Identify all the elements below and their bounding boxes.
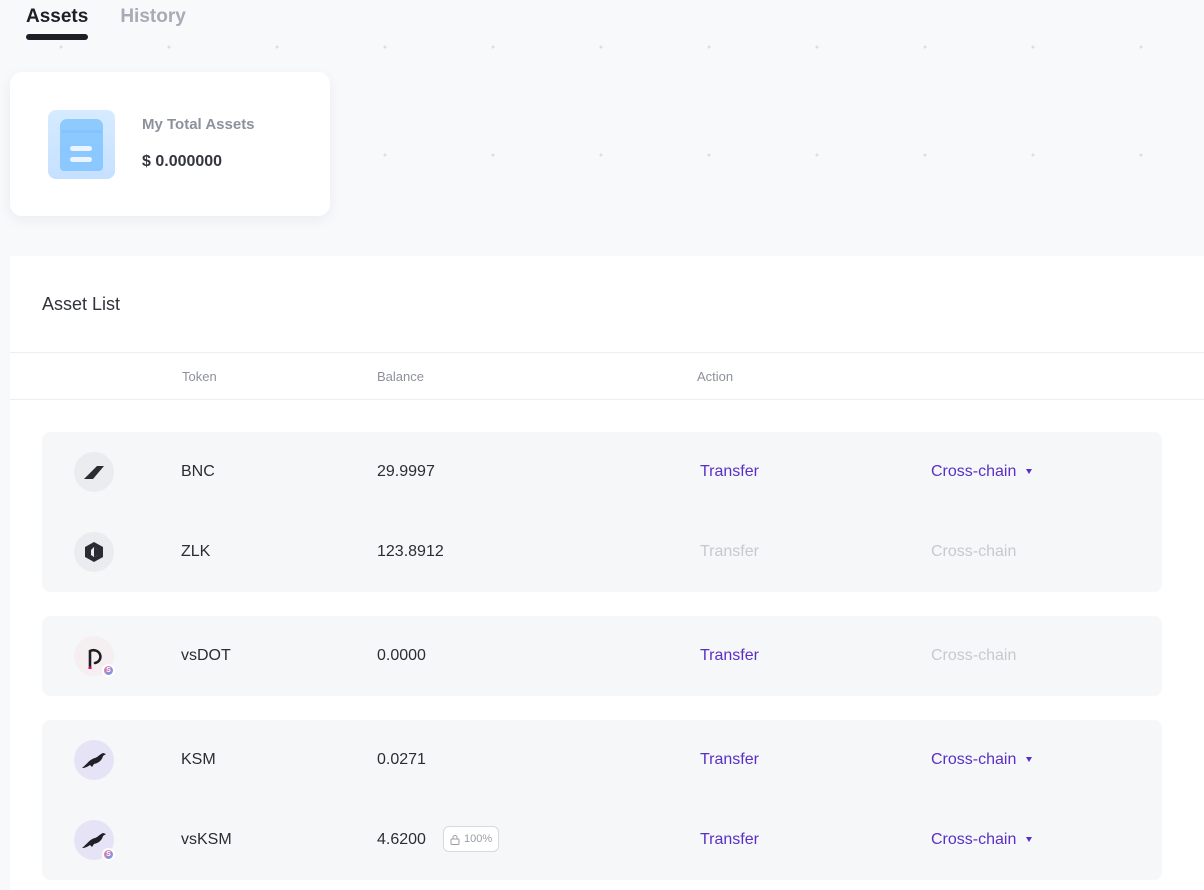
cross-chain-dropdown: Cross-chain: [931, 647, 1017, 664]
transfer-button[interactable]: Transfer: [700, 462, 759, 482]
lock-percentage: 100%: [464, 833, 493, 845]
transfer-button[interactable]: Transfer: [700, 646, 759, 666]
token-balance: 29.9997: [377, 463, 435, 480]
cross-chain-dropdown[interactable]: Cross-chain: [931, 462, 1016, 482]
column-header-token: Token: [182, 369, 217, 384]
zlk-icon: [74, 532, 114, 572]
staking-badge-icon: S: [102, 848, 115, 861]
token-balance: 0.0271: [377, 751, 426, 768]
kusama-icon: [74, 740, 114, 780]
transfer-button: Transfer: [700, 543, 759, 560]
token-name: KSM: [181, 751, 216, 768]
tab-assets[interactable]: Assets: [26, 0, 89, 44]
caret-down-icon[interactable]: [1026, 837, 1032, 842]
asset-row-vsdot: S vsDOT 0.0000 Transfer Cross-chain: [42, 616, 1162, 696]
lock-icon: [450, 834, 460, 845]
staking-badge-icon: S: [102, 664, 115, 677]
token-name: ZLK: [181, 543, 211, 560]
token-name: vsKSM: [181, 831, 232, 848]
asset-row-bnc: BNC 29.9997 Transfer Cross-chain: [42, 432, 1162, 512]
column-header-balance: Balance: [377, 369, 424, 384]
cross-chain-dropdown[interactable]: Cross-chain: [931, 750, 1016, 770]
total-assets-value: $ 0.000000: [142, 153, 223, 170]
polkadot-icon: S: [74, 636, 115, 677]
column-header-action: Action: [697, 369, 734, 384]
token-name: vsDOT: [181, 647, 231, 664]
tab-history[interactable]: History: [120, 0, 185, 44]
total-assets-card: My Total Assets $ 0.000000: [10, 72, 330, 216]
kusama-icon: S: [74, 820, 115, 861]
caret-down-icon[interactable]: [1026, 469, 1032, 474]
transfer-button[interactable]: Transfer: [700, 830, 759, 850]
wallet-icon: [48, 110, 115, 179]
caret-down-icon[interactable]: [1026, 757, 1032, 762]
token-name: BNC: [181, 463, 215, 480]
asset-group: S vsDOT 0.0000 Transfer Cross-chain: [42, 616, 1162, 696]
asset-group: BNC 29.9997 Transfer Cross-chain ZLK 123…: [42, 432, 1162, 592]
asset-group: KSM 0.0271 Transfer Cross-chain S vsKSM …: [42, 720, 1162, 880]
asset-row-zlk: ZLK 123.8912 Transfer Cross-chain: [42, 512, 1162, 592]
asset-row-vsksm: S vsKSM 4.6200 100% Transfer Cross-chain: [42, 800, 1162, 880]
cross-chain-dropdown[interactable]: Cross-chain: [931, 830, 1016, 850]
total-assets-label: My Total Assets: [142, 116, 255, 133]
asset-row-ksm: KSM 0.0271 Transfer Cross-chain: [42, 720, 1162, 800]
tab-bar: Assets History: [26, 0, 186, 44]
divider: [10, 352, 1204, 353]
token-balance: 4.6200: [377, 831, 426, 848]
asset-list-panel: Asset List Token Balance Action BNC 29.9…: [10, 256, 1204, 890]
token-balance: 123.8912: [377, 543, 444, 560]
cross-chain-dropdown: Cross-chain: [931, 543, 1017, 560]
transfer-button[interactable]: Transfer: [700, 750, 759, 770]
lock-percentage-pill: 100%: [443, 826, 500, 852]
bnc-icon: [74, 452, 114, 492]
divider: [10, 399, 1204, 400]
asset-list-title: Asset List: [42, 294, 121, 314]
token-balance: 0.0000: [377, 647, 426, 664]
